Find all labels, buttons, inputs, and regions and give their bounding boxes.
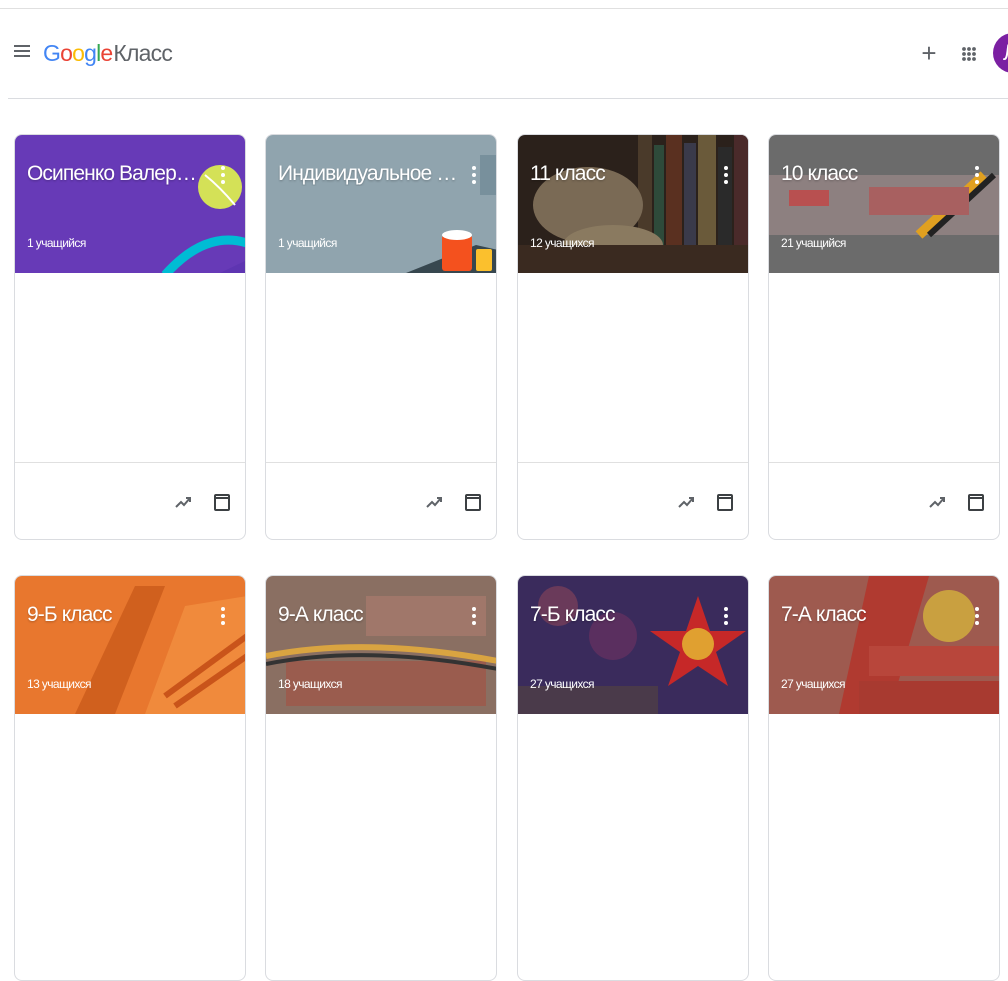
class-title[interactable]: Осипенко Валерий, ...	[27, 162, 207, 186]
class-title[interactable]: 9-А класс	[278, 603, 458, 627]
student-count: 18 учащихся	[278, 677, 343, 691]
trending-up-icon	[426, 497, 442, 508]
more-options-button[interactable]	[211, 161, 235, 189]
class-card[interactable]: Осипенко Валерий, ... 1 учащийся	[14, 134, 246, 540]
class-banner[interactable]: 9-Б класс 13 учащихся	[15, 576, 245, 714]
student-count: 27 учащихся	[530, 677, 595, 691]
more-options-button[interactable]	[714, 602, 738, 630]
class-title[interactable]: 10 класс	[781, 162, 961, 186]
folder-icon	[214, 494, 230, 511]
progress-button[interactable]	[676, 491, 698, 513]
pobeda-2020-image	[266, 576, 496, 714]
more-vert-icon	[975, 607, 979, 625]
student-count: 13 учащихся	[27, 677, 92, 691]
trending-up-icon	[929, 497, 945, 508]
class-title[interactable]: 11 класс	[530, 162, 710, 186]
drive-folder-button[interactable]	[462, 491, 484, 513]
class-banner[interactable]: Осипенко Валерий, ... 1 учащийся	[15, 135, 245, 273]
progress-button[interactable]	[424, 491, 446, 513]
more-vert-icon	[221, 166, 225, 184]
class-banner[interactable]: 7-Б класс 27 учащихся	[518, 576, 748, 714]
more-vert-icon	[221, 607, 225, 625]
class-title[interactable]: 7-Б класс	[530, 603, 710, 627]
progress-button[interactable]	[173, 491, 195, 513]
class-card[interactable]: 11 класс 12 учащихся	[517, 134, 749, 540]
more-vert-icon	[724, 166, 728, 184]
class-card[interactable]: 9-А класс 18 учащихся	[265, 575, 497, 981]
card-divider	[15, 462, 245, 463]
class-card[interactable]: 7-Б класс 27 учащихся	[517, 575, 749, 981]
pobeda-1945-image	[769, 135, 999, 273]
folder-icon	[968, 494, 984, 511]
more-vert-icon	[975, 166, 979, 184]
class-banner[interactable]: 10 класс 21 учащийся	[769, 135, 999, 273]
red-75-image	[769, 576, 999, 714]
trending-up-icon	[175, 497, 191, 508]
card-divider	[769, 462, 999, 463]
cup-illustration	[266, 135, 496, 273]
more-options-button[interactable]	[965, 161, 989, 189]
class-card[interactable]: 7-А класс 27 учащихся	[768, 575, 1000, 981]
class-grid: Осипенко Валерий, ... 1 учащийся Индивид…	[0, 0, 1008, 981]
trending-up-icon	[678, 497, 694, 508]
cat-books-image	[518, 135, 748, 273]
student-count: 1 учащийся	[278, 236, 337, 250]
student-count: 21 учащийся	[781, 236, 846, 250]
class-title[interactable]: 7-А класс	[781, 603, 961, 627]
card-divider	[518, 462, 748, 463]
more-options-button[interactable]	[965, 602, 989, 630]
drive-folder-button[interactable]	[211, 491, 233, 513]
more-vert-icon	[472, 607, 476, 625]
tennis-illustration	[15, 135, 245, 273]
orange-75-image	[15, 576, 245, 714]
more-options-button[interactable]	[211, 602, 235, 630]
more-vert-icon	[724, 607, 728, 625]
card-divider	[266, 462, 496, 463]
class-title[interactable]: Индивидуальное об...	[278, 162, 458, 186]
student-count: 27 учащихся	[781, 677, 846, 691]
fireworks-star-image	[518, 576, 748, 714]
class-banner[interactable]: 9-А класс 18 учащихся	[266, 576, 496, 714]
student-count: 1 учащийся	[27, 236, 86, 250]
class-banner[interactable]: 11 класс 12 учащихся	[518, 135, 748, 273]
folder-icon	[717, 494, 733, 511]
class-card[interactable]: 9-Б класс 13 учащихся	[14, 575, 246, 981]
drive-folder-button[interactable]	[714, 491, 736, 513]
drive-folder-button[interactable]	[965, 491, 987, 513]
class-title[interactable]: 9-Б класс	[27, 603, 207, 627]
student-count: 12 учащихся	[530, 236, 595, 250]
class-card[interactable]: 10 класс 21 учащийся	[768, 134, 1000, 540]
folder-icon	[465, 494, 481, 511]
more-vert-icon	[472, 166, 476, 184]
progress-button[interactable]	[927, 491, 949, 513]
more-options-button[interactable]	[462, 161, 486, 189]
more-options-button[interactable]	[714, 161, 738, 189]
class-card[interactable]: Индивидуальное об... 1 учащийся	[265, 134, 497, 540]
more-options-button[interactable]	[462, 602, 486, 630]
class-banner[interactable]: 7-А класс 27 учащихся	[769, 576, 999, 714]
class-banner[interactable]: Индивидуальное об... 1 учащийся	[266, 135, 496, 273]
